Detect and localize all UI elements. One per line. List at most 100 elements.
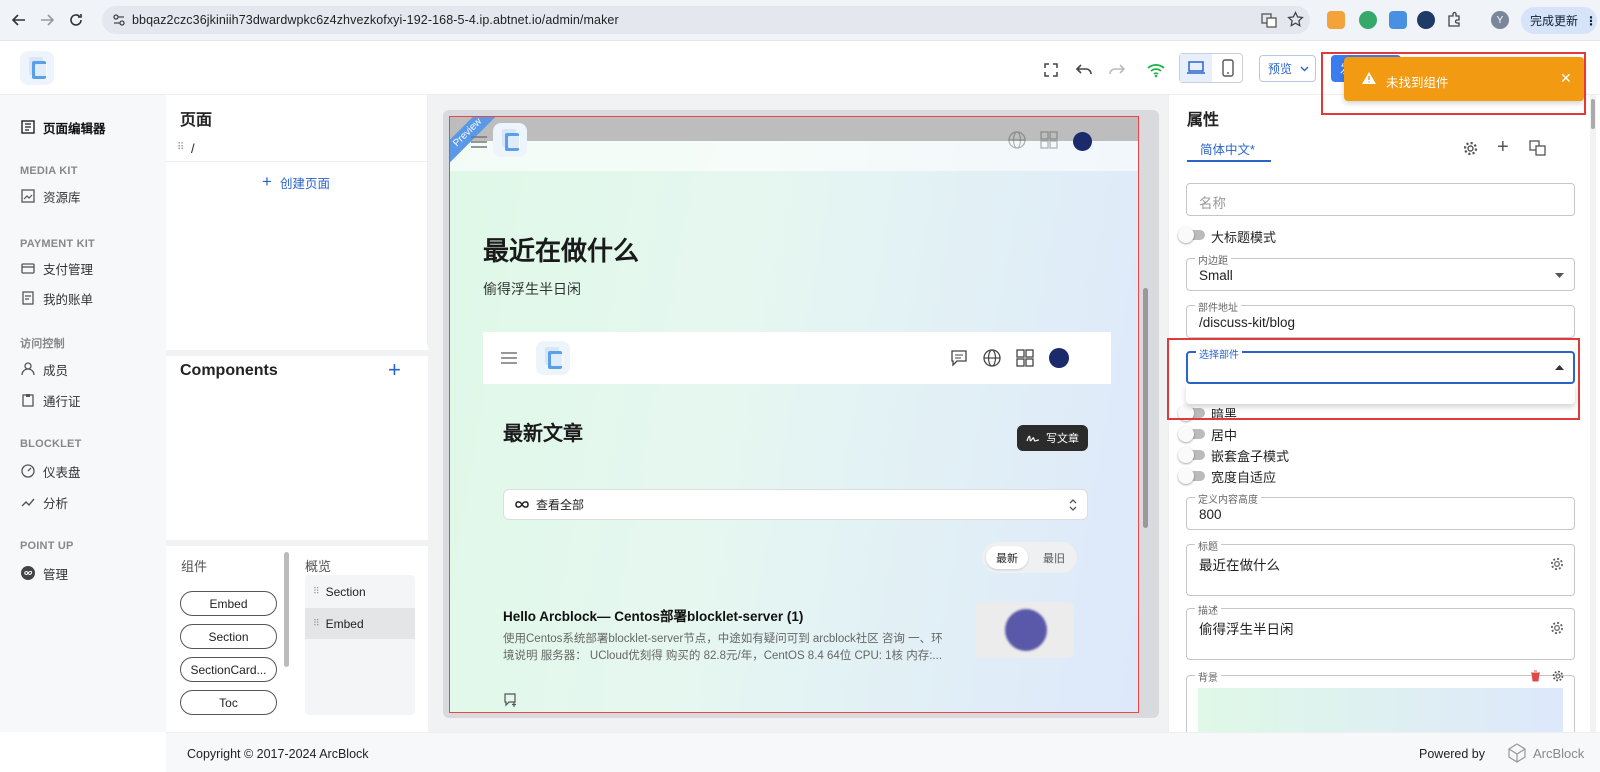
background-settings-gear-icon[interactable]	[1552, 670, 1564, 682]
padding-value: Small	[1199, 268, 1233, 283]
content-height-input[interactable]: 定义内容高度 800	[1186, 491, 1575, 530]
nav-section-media-kit: MEDIA KIT	[20, 165, 78, 177]
components-title: Components	[180, 362, 278, 379]
add-component-plus-icon[interactable]: +	[388, 357, 401, 383]
post-title[interactable]: Hello Arcblock— Centos部署blocklet-server …	[503, 605, 803, 625]
nav-item-analytics[interactable]: 分析	[21, 492, 68, 512]
mobile-view-icon[interactable]	[1212, 54, 1243, 82]
description-settings-gear-icon[interactable]	[1550, 621, 1564, 635]
components-scrollbar[interactable]	[284, 552, 289, 667]
nav-item-passport[interactable]: 通行证	[21, 390, 81, 410]
bookmark-star-icon[interactable]	[1287, 11, 1304, 28]
user-avatar[interactable]	[1049, 348, 1069, 368]
nav-item-dashboard[interactable]: 仪表盘	[21, 461, 81, 481]
update-button[interactable]: 完成更新 ⋮	[1521, 7, 1597, 34]
delete-icon[interactable]	[1530, 670, 1541, 682]
app-logo[interactable]	[20, 51, 54, 85]
nav-page-editor[interactable]: 页面编辑器	[21, 117, 106, 137]
translate-icon[interactable]	[1261, 12, 1277, 28]
redo-icon[interactable]	[1106, 59, 1128, 81]
desktop-view-icon[interactable]	[1180, 54, 1212, 82]
preview-label: 预览	[1268, 62, 1293, 76]
arcblock-logo[interactable]: ArcBlock	[1506, 742, 1584, 764]
add-locale-plus-icon[interactable]: +	[1497, 136, 1509, 159]
nav-item-payments[interactable]: 支付管理	[21, 258, 93, 278]
properties-scrollbar-thumb[interactable]	[1591, 99, 1595, 129]
preview-dropdown[interactable]: 预览	[1259, 55, 1316, 82]
translate-icon[interactable]	[1529, 140, 1546, 156]
sort-toggle: 最新 最旧	[982, 542, 1077, 573]
extensions-puzzle-icon[interactable]	[1446, 11, 1463, 28]
content-height-value: 800	[1199, 507, 1222, 522]
reload-icon[interactable]	[66, 10, 86, 30]
hero-heading: 最近在做什么	[483, 236, 640, 266]
comment-add-icon[interactable]	[503, 692, 519, 708]
preview-topbar	[450, 117, 1138, 141]
drag-handle-icon[interactable]: ⠿	[177, 142, 184, 153]
padding-select[interactable]: 内边距 Small	[1186, 252, 1575, 291]
chip-toc[interactable]: Toc	[180, 690, 277, 715]
sort-oldest-button[interactable]: 最旧	[1034, 546, 1074, 569]
forward-arrow-icon[interactable]	[37, 10, 57, 30]
nested-box-switch[interactable]	[1178, 447, 1205, 463]
page-row[interactable]: ⠿ /	[166, 138, 428, 162]
extension-check-icon[interactable]	[1417, 11, 1435, 29]
nav-item-bills[interactable]: 我的账单	[21, 288, 93, 308]
post-thumbnail[interactable]	[976, 602, 1074, 658]
site-logo[interactable]	[493, 123, 527, 157]
sort-newest-button[interactable]: 最新	[986, 546, 1028, 569]
category-filter-select[interactable]: 查看全部	[503, 489, 1088, 520]
site-logo[interactable]	[536, 341, 570, 375]
settings-gear-icon[interactable]	[1463, 141, 1478, 156]
extension-badge-icon[interactable]	[1359, 11, 1377, 29]
chat-icon[interactable]	[950, 349, 970, 369]
auto-width-switch[interactable]	[1178, 468, 1205, 484]
apps-grid-icon[interactable]	[1040, 131, 1060, 151]
chip-section-card[interactable]: SectionCard...	[180, 657, 277, 682]
background-picker[interactable]: 背景	[1186, 669, 1575, 736]
user-avatar[interactable]	[1073, 132, 1092, 151]
tab-locale-zh[interactable]: 简体中文*	[1187, 135, 1271, 162]
nav-item-manage[interactable]: 管理	[21, 563, 68, 583]
component-url-input[interactable]: 部件地址 /discuss-kit/blog	[1186, 299, 1575, 338]
infinity-icon	[514, 500, 530, 509]
fullscreen-icon[interactable]	[1040, 59, 1062, 81]
description-value: 偷得浮生半日闲	[1199, 622, 1294, 637]
trend-icon	[21, 495, 35, 509]
undo-icon[interactable]	[1073, 59, 1095, 81]
overview-item-embed[interactable]: ⠿ Embed	[305, 608, 415, 639]
name-input[interactable]: 名称	[1186, 183, 1575, 216]
arrow-drop-down-icon	[1555, 273, 1564, 278]
chip-section[interactable]: Section	[180, 624, 277, 649]
profile-avatar[interactable]: Y	[1491, 11, 1509, 29]
create-page-button[interactable]: + 创建页面	[262, 172, 330, 192]
title-settings-gear-icon[interactable]	[1550, 557, 1564, 571]
title-input[interactable]: 标题 最近在做什么	[1186, 538, 1575, 596]
globe-icon[interactable]	[983, 349, 1003, 369]
description-input[interactable]: 描述 偷得浮生半日闲	[1186, 602, 1575, 660]
menu-icon[interactable]	[471, 136, 487, 148]
nav-label: 管理	[43, 567, 69, 582]
chip-embed[interactable]: Embed	[180, 591, 277, 616]
canvas-scrollbar[interactable]	[1143, 288, 1148, 528]
nav-item-members[interactable]: 成员	[21, 359, 68, 379]
bigtitle-switch[interactable]	[1178, 227, 1205, 243]
update-label: 完成更新	[1530, 14, 1579, 28]
nav-item-assets[interactable]: 资源库	[21, 186, 81, 206]
write-post-button[interactable]: 写文章	[1017, 425, 1088, 451]
signature-icon	[1026, 433, 1040, 443]
globe-icon[interactable]	[1008, 131, 1028, 151]
nav-section-point-up: POINT UP	[20, 540, 74, 552]
background-preview	[1198, 688, 1563, 736]
blog-embed-header	[483, 332, 1111, 384]
site-info-icon[interactable]	[113, 14, 125, 26]
back-arrow-icon[interactable]	[9, 10, 29, 30]
center-switch[interactable]	[1178, 426, 1205, 442]
metamask-extension-icon[interactable]	[1327, 11, 1345, 29]
apps-grid-icon[interactable]	[1016, 349, 1036, 369]
overview-tab-title: 概览	[305, 559, 332, 574]
overview-item-section[interactable]: ⠿ Section	[305, 576, 415, 607]
extension-window-icon[interactable]	[1389, 11, 1407, 29]
menu-icon[interactable]	[501, 352, 517, 364]
address-bar[interactable]: bbqaz2czc36jkiniih73dwardwpkc6z4zhvezkof…	[102, 6, 1310, 34]
